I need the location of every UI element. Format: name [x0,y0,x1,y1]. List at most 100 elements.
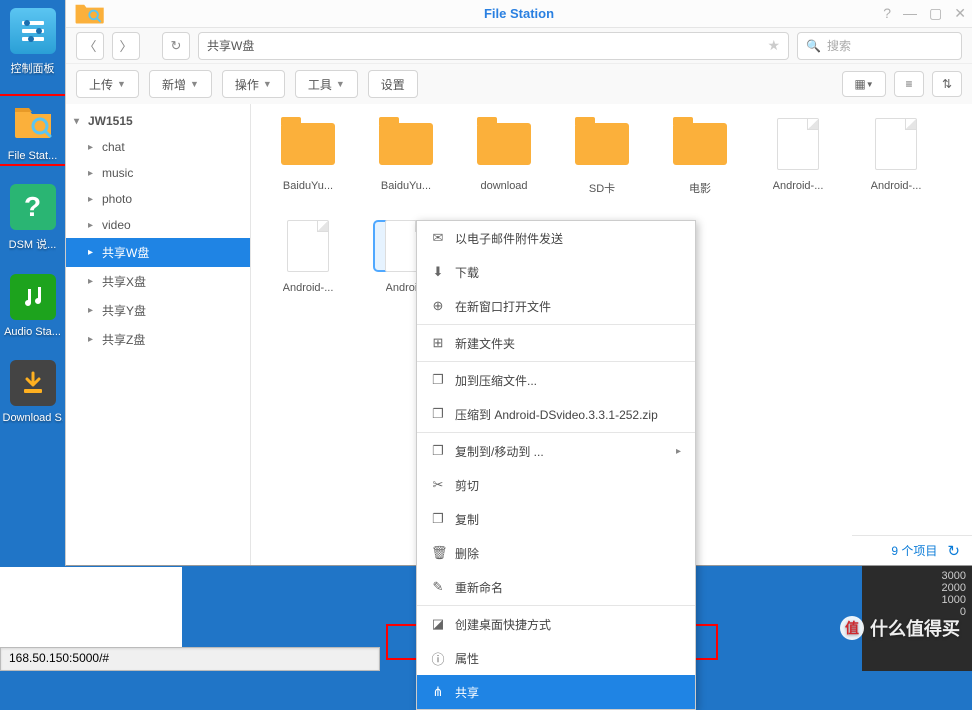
desktop-label: DSM 说... [9,236,57,252]
settings-button[interactable]: 设置 [368,70,418,98]
tree-root[interactable]: ▾JW1515 [66,108,250,134]
folder-item[interactable]: BaiduYu... [259,116,357,218]
minimize-button[interactable]: — [903,5,917,22]
menu-separator [417,361,695,362]
close-button[interactable]: ✕ [954,5,966,22]
watermark-badge-icon: 值 [840,616,864,640]
search-icon: 🔍 [806,39,821,53]
context-menu-item[interactable]: ✉以电子邮件附件发送 [417,221,695,255]
menu-item-label: 复制 [455,511,479,528]
file-icon [287,220,329,272]
file-name: SD卡 [589,180,615,196]
desktop-icon-help[interactable]: ? DSM 说... [0,184,65,252]
menu-item-icon: ❐ [431,372,445,388]
menu-item-label: 下载 [455,264,479,281]
context-menu-item[interactable]: ⊕ 在新窗口打开文件 [417,289,695,323]
statusbar: 9 个项目 ↻ [852,535,972,565]
desktop-icons: 控制面板 File Stat... ? DSM 说... Audio Sta..… [0,0,65,446]
context-menu-item[interactable]: ⋔ 共享 [417,675,695,709]
menu-separator [417,432,695,433]
file-name: download [480,180,527,192]
tree-node[interactable]: ▸photo [66,186,250,212]
path-input[interactable]: 共享W盘 ★ [198,32,789,60]
maximize-button[interactable]: ▢ [929,5,942,22]
menu-item-icon: ⊕ [431,298,445,314]
context-menu: ✉以电子邮件附件发送 ⬇ 下载 ⊕ 在新窗口打开文件 ⊞ 新建文件夹 ❐ 加到压缩文件... ❐压… [416,220,696,710]
file-station-icon [10,98,56,144]
menu-item-icon: ❐ [431,443,445,459]
tools-button[interactable]: 工具▼ [295,70,358,98]
nav-toolbar: 〈 〉 ↻ 共享W盘 ★ 🔍 搜索 [66,28,972,64]
folder-item[interactable]: 电影 [651,116,749,218]
action-button[interactable]: 操作▼ [222,70,285,98]
menu-separator [417,605,695,606]
download-icon [10,360,56,406]
file-item[interactable]: Android-... [259,218,357,320]
list-view-button[interactable]: ≡ [894,71,924,97]
menu-item-label: 加到压缩文件... [455,372,537,389]
address-bar[interactable]: 168.50.150:5000/# [0,647,380,671]
context-menu-item[interactable]: 🗑删除 [417,536,695,570]
desktop-icon-audio[interactable]: Audio Sta... [0,274,65,338]
file-name: Android-... [283,282,334,294]
forward-button[interactable]: 〉 [112,32,140,60]
menu-item-icon: 🗑 [431,545,445,561]
desktop-icon-control-panel[interactable]: 控制面板 [0,8,65,76]
tree-node[interactable]: ▸chat [66,134,250,160]
refresh-button[interactable]: ↻ [162,32,190,60]
file-icon [777,118,819,170]
file-name: Android-... [871,180,922,192]
refresh-icon[interactable]: ↻ [947,542,960,560]
menu-item-icon: ✎ [431,579,445,595]
context-menu-item[interactable]: ✂ 剪切 [417,468,695,502]
folder-item[interactable]: BaiduYu... [357,116,455,218]
menu-item-icon: ⬇ [431,264,445,280]
tree-node[interactable]: ▸共享X盘 [66,267,250,296]
upload-button[interactable]: 上传▼ [76,70,139,98]
sort-button[interactable]: ⇅ [932,71,962,97]
menu-item-icon: ⋔ [431,684,445,700]
tree-node[interactable]: ▸music [66,160,250,186]
menu-item-label: 在新窗口打开文件 [455,298,551,315]
menu-separator [417,324,695,325]
context-menu-item[interactable]: ⊞ 新建文件夹 [417,326,695,360]
tree-node[interactable]: ▸video [66,212,250,238]
menu-item-label: 共享 [455,684,479,701]
menu-item-label: 剪切 [455,477,479,494]
back-button[interactable]: 〈 [76,32,104,60]
desktop-icon-download[interactable]: Download S... [0,360,65,424]
folder-icon [673,123,727,165]
window-title: File Station [66,6,972,21]
context-menu-item[interactable]: ❐ 加到压缩文件... [417,363,695,397]
file-name: Android-... [773,180,824,192]
file-item[interactable]: Android-... [749,116,847,218]
tree-node[interactable]: ▸共享W盘 [66,238,250,267]
context-menu-item[interactable]: ❐复制到/移动到 ...▸ [417,434,695,468]
action-toolbar: 上传▼ 新增▼ 操作▼ 工具▼ 设置 ▦ ▼ ≡ ⇅ [66,64,972,104]
folder-icon [575,123,629,165]
new-button[interactable]: 新增▼ [149,70,212,98]
context-menu-item[interactable]: ✎ 重新命名 [417,570,695,604]
grid-view-button[interactable]: ▦ ▼ [842,71,886,97]
context-menu-item[interactable]: ◪创建桌面快捷方式 [417,607,695,641]
context-menu-item[interactable]: ❐复制 [417,502,695,536]
file-item[interactable]: Android-... [847,116,945,218]
menu-item-label: 重新命名 [455,579,503,596]
tree-node[interactable]: ▸共享Z盘 [66,325,250,354]
context-menu-item[interactable]: ❐压缩到 Android-DSvideo.3.3.1-252.zip [417,397,695,431]
menu-item-icon: ✂ [431,477,445,493]
search-input[interactable]: 🔍 搜索 [797,32,962,60]
folder-item[interactable]: download [455,116,553,218]
file-name: BaiduYu... [283,180,333,192]
menu-item-label: 新建文件夹 [455,335,515,352]
desktop-label: Audio Sta... [4,326,61,338]
menu-item-icon: ⊞ [431,335,445,351]
desktop-icon-file-station[interactable]: File Stat... [0,98,65,162]
folder-item[interactable]: SD卡 [553,116,651,218]
context-menu-item[interactable]: ⓘ属性 [417,641,695,675]
favorite-star-icon[interactable]: ★ [767,37,780,54]
help-button[interactable]: ? [883,5,891,22]
file-name: 电影 [689,180,711,196]
tree-node[interactable]: ▸共享Y盘 [66,296,250,325]
context-menu-item[interactable]: ⬇ 下载 [417,255,695,289]
